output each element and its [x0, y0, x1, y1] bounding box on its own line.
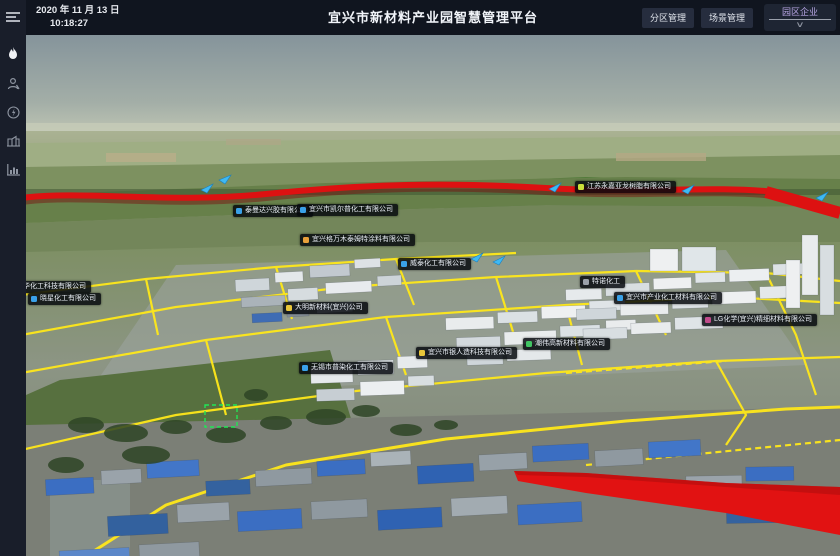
- park-enterprise-dropdown[interactable]: 园区企业 ∨: [764, 4, 836, 31]
- company-logo-icon: [578, 184, 584, 190]
- scene-manage-button[interactable]: 场景管理: [701, 8, 753, 28]
- company-label[interactable]: 宜兴格万木泰姆特涂料有限公司: [300, 234, 415, 246]
- company-label[interactable]: 江苏永嘉亚龙树脂有限公司: [575, 181, 676, 193]
- datetime: 2020 年 11 月 13 日 10:18:27: [36, 4, 119, 30]
- company-label[interactable]: 无锡市普染化工有限公司: [299, 362, 393, 374]
- company-logo-icon: [286, 305, 292, 311]
- company-label[interactable]: LG化学(宜兴)精细材料有限公司: [702, 314, 817, 326]
- company-label-text: 宜兴市产业化工材料有限公司: [626, 294, 717, 302]
- company-label-text: 江苏永嘉亚龙树脂有限公司: [587, 183, 671, 191]
- menu-icon[interactable]: [0, 4, 26, 30]
- company-label-text: 晓星化工有限公司: [40, 295, 96, 303]
- company-logo-icon: [236, 208, 242, 214]
- company-label[interactable]: 兴华化工科技有限公司: [26, 281, 91, 293]
- company-label-text: 宜兴市凯尔普化工有限公司: [309, 206, 393, 214]
- company-logo-icon: [401, 261, 407, 267]
- company-logo-icon: [617, 295, 623, 301]
- dropdown-value: 园区企业: [769, 6, 831, 20]
- company-label[interactable]: 特诺化工: [580, 276, 625, 288]
- fire-alarm-icon[interactable]: [0, 41, 26, 67]
- company-label-text: 大明新材料(宜兴)公司: [295, 304, 363, 312]
- header-actions: 分区管理 场景管理 园区企业 ∨: [642, 0, 836, 35]
- chevron-down-icon: ∨: [795, 20, 804, 29]
- top-header: 2020 年 11 月 13 日 10:18:27 宜兴市新材料产业园智慧管理平…: [26, 0, 840, 35]
- company-logo-icon: [583, 279, 589, 285]
- company-logo-icon: [419, 350, 425, 356]
- time-label: 10:18:27: [36, 17, 119, 30]
- company-logo-icon: [705, 317, 711, 323]
- company-label[interactable]: 宜兴市银人造科技有限公司: [416, 347, 517, 359]
- statistics-icon[interactable]: [0, 157, 26, 183]
- company-label-text: 宜兴市银人造科技有限公司: [428, 349, 512, 357]
- map-3d-view[interactable]: 泰曼达兴胶有限公司宜兴市凯尔普化工有限公司宜兴格万木泰姆特涂料有限公司威泰化工有…: [26, 35, 840, 556]
- company-labels-layer: 泰曼达兴胶有限公司宜兴市凯尔普化工有限公司宜兴格万木泰姆特涂料有限公司威泰化工有…: [26, 35, 840, 556]
- zone-manage-button[interactable]: 分区管理: [642, 8, 694, 28]
- company-label[interactable]: 潮伟高新材料有限公司: [523, 338, 610, 350]
- company-logo-icon: [31, 296, 37, 302]
- sidebar: [0, 0, 26, 556]
- company-label[interactable]: 威泰化工有限公司: [398, 258, 471, 270]
- enterprise-icon[interactable]: [0, 128, 26, 154]
- company-label[interactable]: 宜兴市产业化工材料有限公司: [614, 292, 722, 304]
- personnel-icon[interactable]: [0, 70, 26, 96]
- company-label-text: 特诺化工: [592, 278, 620, 286]
- company-logo-icon: [303, 237, 309, 243]
- company-label-text: 无锡市普染化工有限公司: [311, 364, 388, 372]
- company-label-text: 威泰化工有限公司: [410, 260, 466, 268]
- company-logo-icon: [526, 341, 532, 347]
- company-label-text: 宜兴格万木泰姆特涂料有限公司: [312, 236, 410, 244]
- date-label: 2020 年 11 月 13 日: [36, 4, 119, 17]
- company-logo-icon: [300, 207, 306, 213]
- company-label-text: LG化学(宜兴)精细材料有限公司: [714, 316, 812, 324]
- company-logo-icon: [302, 365, 308, 371]
- company-label[interactable]: 晓星化工有限公司: [28, 293, 101, 305]
- company-label[interactable]: 大明新材料(宜兴)公司: [283, 302, 368, 314]
- company-label-text: 兴华化工科技有限公司: [26, 283, 86, 291]
- company-label[interactable]: 宜兴市凯尔普化工有限公司: [297, 204, 398, 216]
- energy-icon[interactable]: [0, 99, 26, 125]
- company-label-text: 潮伟高新材料有限公司: [535, 340, 605, 348]
